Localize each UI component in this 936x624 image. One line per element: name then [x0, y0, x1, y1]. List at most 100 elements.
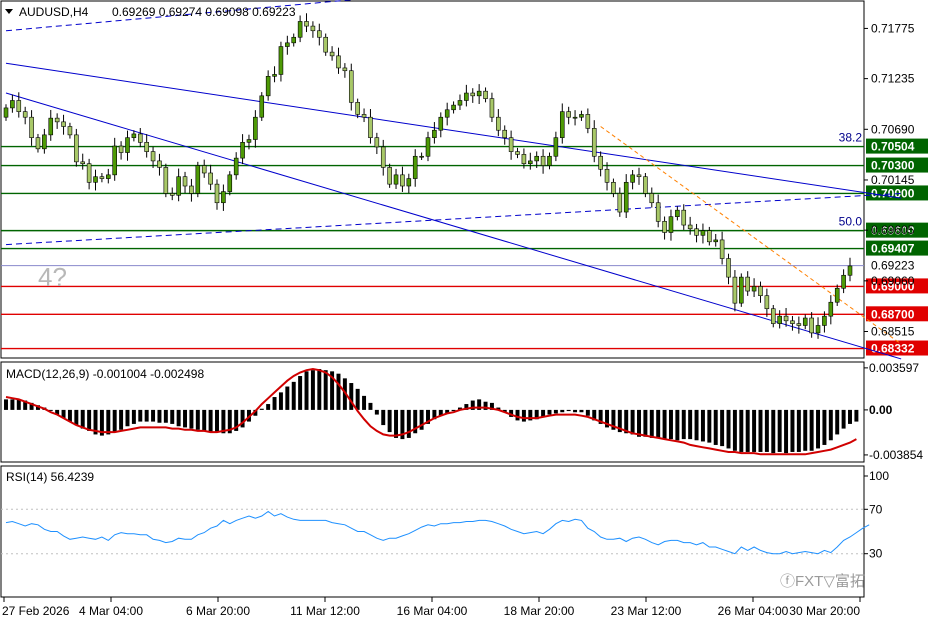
macd-bar: [816, 409, 821, 449]
macd-pane[interactable]: MACD(12,26,9) -0.001004 -0.002498 0.0035…: [0, 361, 923, 463]
candle-body: [585, 114, 591, 129]
macd-bar: [189, 409, 194, 429]
candle-body: [336, 55, 341, 69]
candle-body: [713, 239, 719, 243]
candle-body: [74, 134, 79, 163]
candle-body: [265, 76, 271, 97]
candle-body: [758, 286, 763, 297]
macd-bar: [809, 409, 814, 451]
price-tick-label: 0.68515: [871, 325, 915, 339]
watermark: 4?: [38, 262, 67, 292]
candle-body: [681, 209, 687, 226]
candle-body: [502, 129, 508, 138]
candle-body: [419, 155, 424, 158]
time-tick-label: 23 Mar 12:00: [611, 604, 682, 618]
macd-bar: [656, 409, 661, 438]
candle-body: [694, 228, 699, 236]
macd-bar: [125, 409, 130, 427]
candle-body: [579, 114, 584, 118]
macd-bar: [278, 392, 283, 410]
level-tag-label: 0.70300: [871, 159, 915, 173]
macd-bar: [752, 409, 757, 452]
candle-body: [361, 114, 367, 118]
candle-body: [847, 265, 853, 276]
macd-bar: [362, 395, 367, 410]
candle-body: [496, 116, 501, 131]
rsi-title: RSI(14) 56.4239: [6, 470, 94, 484]
candle-body: [783, 315, 789, 322]
symbol-label: AUDUSD,H4: [19, 5, 89, 19]
candle-body: [630, 174, 635, 183]
candle-body: [342, 67, 348, 72]
macd-tick-label: -0.003854: [869, 448, 923, 462]
candle-body: [246, 139, 252, 143]
macd-bar: [515, 409, 520, 421]
candle-body: [304, 21, 309, 27]
macd-bar: [183, 409, 188, 428]
macd-bar: [700, 409, 705, 442]
macd-bar: [119, 409, 124, 430]
rsi-pane[interactable]: RSI(14) 56.4239 100 70 30: [0, 465, 889, 598]
fibo-level-label: 50.0: [839, 215, 863, 229]
candle-body: [649, 193, 655, 204]
macd-bar: [131, 409, 136, 424]
macd-bar: [16, 399, 21, 410]
macd-bar: [298, 376, 303, 410]
candle-body: [355, 102, 360, 115]
candle-body: [790, 320, 795, 324]
macd-bar: [547, 409, 552, 415]
macd-bar: [170, 409, 175, 424]
candle-body: [611, 181, 616, 194]
rsi-tick-label: 100: [869, 469, 889, 483]
candle-body: [540, 155, 546, 166]
candle-body: [163, 167, 169, 194]
macd-bar: [144, 409, 149, 422]
candle-body: [310, 25, 316, 32]
candle-body: [157, 160, 162, 168]
macd-bar: [675, 409, 680, 441]
candle-body: [521, 154, 527, 164]
candle-body: [617, 193, 623, 213]
macd-bar: [796, 409, 801, 452]
ohlc-label: 0.69269 0.69274 0.69098 0.69223: [112, 5, 296, 19]
macd-bar: [521, 409, 526, 422]
candle-body: [201, 165, 207, 174]
candle-body: [233, 157, 239, 176]
macd-bar: [585, 409, 590, 416]
macd-bar: [176, 409, 181, 427]
time-axis: 27 Feb 2026 4 Mar 04:00 6 Mar 20:00 11 Mar …: [2, 597, 861, 618]
macd-bar: [694, 409, 699, 441]
macd-bar: [790, 409, 795, 452]
macd-bar: [285, 386, 290, 410]
macd-bar: [266, 404, 271, 410]
fibo-level-label: 38.2: [839, 131, 863, 145]
macd-bar: [138, 409, 143, 422]
macd-bar: [323, 370, 328, 410]
macd-bar: [803, 409, 808, 451]
rsi-tick-label: 30: [869, 547, 883, 561]
price-pane[interactable]: 0.705040.703000.700000.696000.694070.692…: [0, 0, 928, 360]
macd-bar: [688, 409, 693, 440]
candle-body: [182, 176, 188, 187]
candle-body: [131, 133, 137, 138]
candle-body: [278, 46, 284, 75]
macd-bar: [80, 409, 85, 429]
macd-bar: [157, 409, 162, 423]
macd-bar: [726, 409, 731, 449]
price-tick-label: 0.70145: [871, 173, 915, 187]
candle-body: [483, 90, 488, 99]
candle-body: [591, 128, 597, 157]
candle-body: [438, 116, 444, 131]
rsi-pane-frame: [0, 465, 865, 598]
candle-body: [10, 100, 15, 109]
candle-body: [834, 287, 840, 303]
macd-bar: [106, 409, 111, 435]
time-tick-label: 30 Mar 20:00: [789, 604, 860, 618]
price-tick-label: 0.71775: [871, 21, 915, 35]
macd-bar: [208, 409, 213, 433]
price-tick-label: 0.71235: [871, 72, 915, 86]
macd-bar: [771, 409, 776, 454]
macd-bar: [707, 409, 712, 443]
candle-body: [112, 145, 117, 176]
candle-body: [534, 155, 539, 162]
